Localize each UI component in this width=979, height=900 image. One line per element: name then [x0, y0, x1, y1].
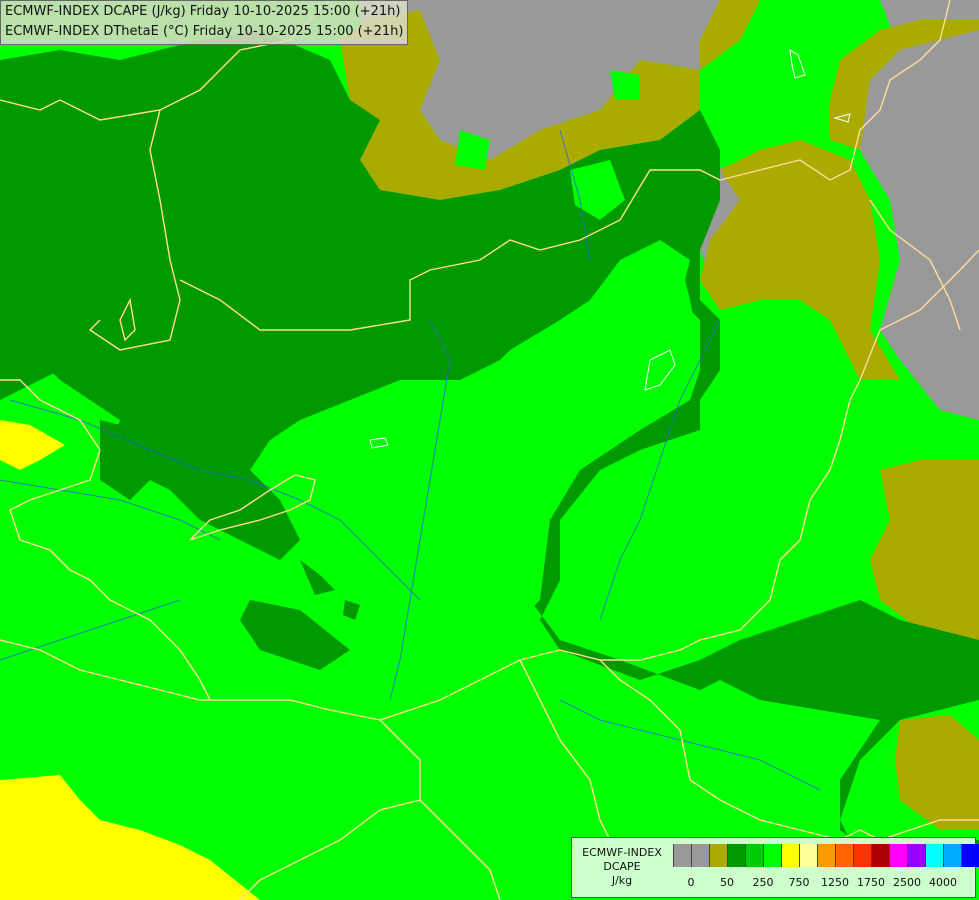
legend-swatch [836, 844, 854, 867]
legend-swatch [673, 844, 692, 867]
legend-swatch [710, 844, 728, 867]
legend-title-line2: DCAPE [603, 860, 641, 873]
legend-swatch [872, 844, 890, 867]
legend-swatch [854, 844, 872, 867]
legend-swatch [746, 844, 764, 867]
legend-swatch [800, 844, 818, 867]
map-title-box: ECMWF-INDEX DCAPE (J/kg) Friday 10-10-20… [0, 0, 409, 45]
legend-swatch [926, 844, 944, 867]
legend-unit: J/kg [611, 874, 633, 887]
title-line-dthetae: ECMWF-INDEX DThetaE (°C) Friday 10-10-20… [5, 24, 404, 39]
legend-tick-label: 0 [687, 876, 695, 889]
legend-swatch [764, 844, 782, 867]
legend-swatch [728, 844, 746, 867]
legend-ticks: 0 50 250 750 1250 1750 2500 4000 [673, 876, 973, 890]
legend-swatch [944, 844, 962, 867]
color-legend: ECMWF-INDEX DCAPE J/kg 0 50 250 750 1250 1750… [571, 837, 979, 898]
legend-title-line1: ECMWF-INDEX [582, 846, 662, 859]
legend-tick-label: 4000 [929, 876, 957, 889]
legend-title: ECMWF-INDEX DCAPE J/kg [574, 846, 670, 888]
forecast-map [0, 0, 979, 900]
legend-swatch [890, 844, 908, 867]
legend-swatch [908, 844, 926, 867]
legend-tick-label: 50 [720, 876, 734, 889]
legend-tick-label: 2500 [893, 876, 921, 889]
green-hole-2 [610, 70, 640, 100]
legend-swatch [782, 844, 800, 867]
legend-swatch [962, 844, 979, 867]
legend-swatch [818, 844, 836, 867]
legend-tick-label: 1250 [821, 876, 849, 889]
legend-swatches [673, 844, 979, 867]
legend-tick-label: 750 [788, 876, 810, 889]
title-line-dcape: ECMWF-INDEX DCAPE (J/kg) Friday 10-10-20… [5, 4, 401, 19]
legend-swatch [692, 844, 710, 867]
legend-tick-label: 1750 [857, 876, 885, 889]
legend-tick-label: 250 [752, 876, 774, 889]
